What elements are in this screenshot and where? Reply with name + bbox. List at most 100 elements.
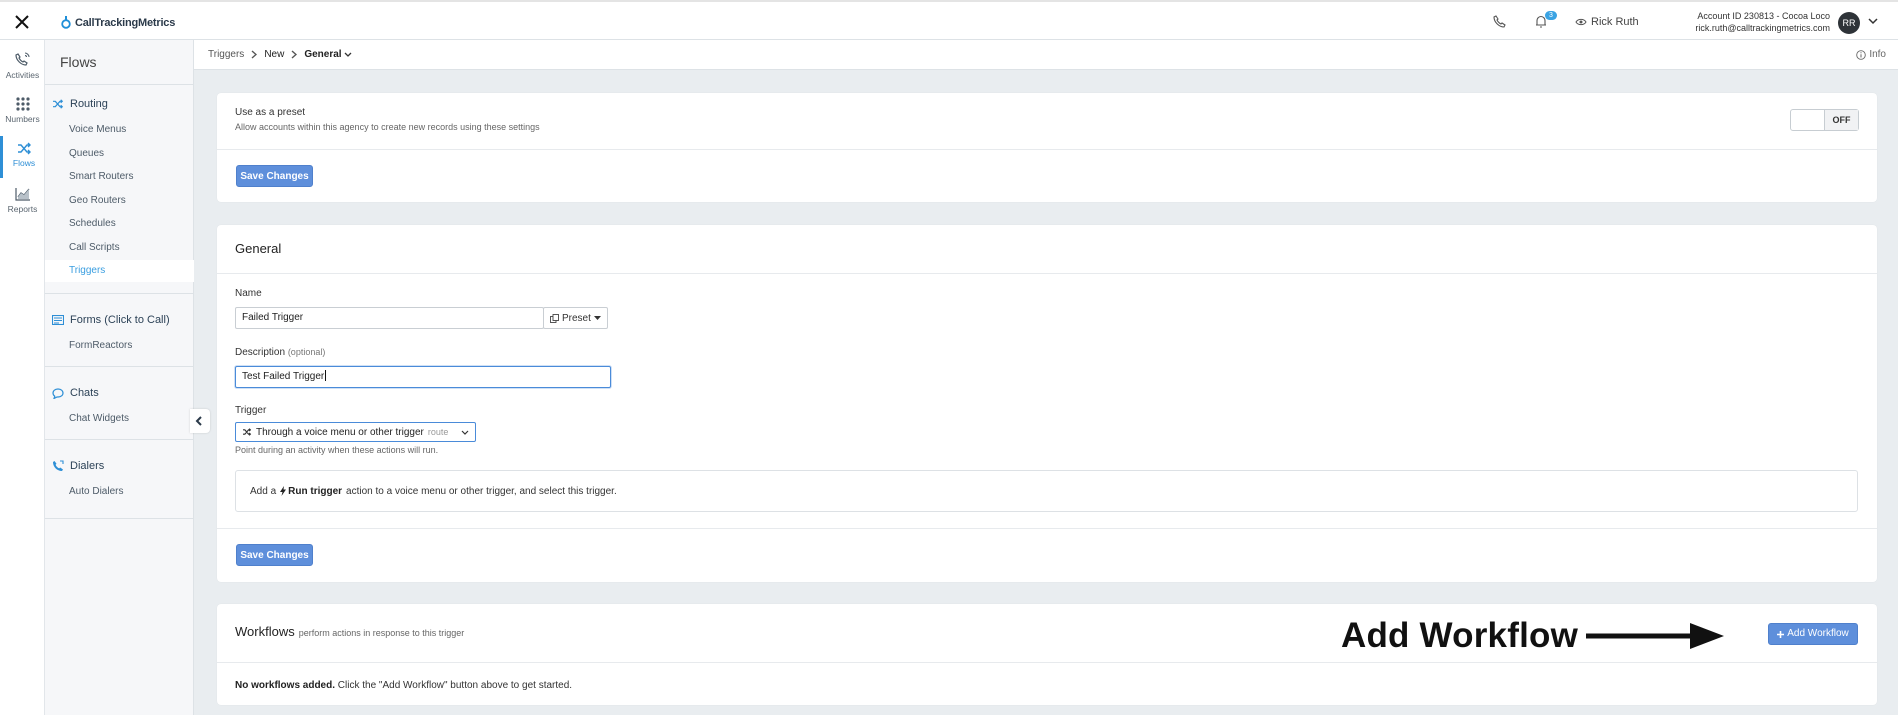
sidebar-item-formreactors[interactable]: FormReactors bbox=[69, 340, 132, 351]
chart-icon bbox=[14, 188, 30, 201]
divider bbox=[45, 366, 194, 367]
logo-text: CallTrackingMetrics bbox=[75, 16, 176, 29]
name-input[interactable]: Failed Trigger bbox=[235, 307, 544, 329]
workflows-card: Workflows perform actions in response to… bbox=[217, 604, 1877, 705]
workflows-title-text: Workflows bbox=[235, 624, 295, 639]
account-email: rick.ruth@calltrackingmetrics.com bbox=[1695, 23, 1830, 33]
trigger-select[interactable]: Through a voice menu or other trigger ro… bbox=[235, 422, 476, 442]
rail-label: Numbers bbox=[5, 114, 40, 124]
breadcrumb-general[interactable]: General bbox=[304, 49, 341, 60]
description-value: Test Failed Trigger bbox=[242, 371, 325, 382]
save-changes-button[interactable]: Save Changes bbox=[236, 165, 313, 187]
account-line: Account ID 230813 - Cocoa Loco bbox=[1697, 11, 1830, 21]
divider bbox=[45, 84, 194, 85]
sidebar-section-chats[interactable]: Chats bbox=[52, 387, 99, 399]
sidebar-item-auto-dialers[interactable]: Auto Dialers bbox=[69, 486, 123, 497]
sidebar-section-forms[interactable]: Forms (Click to Call) bbox=[52, 314, 170, 326]
note-bold: Run trigger bbox=[288, 485, 343, 497]
preset-label: Preset bbox=[562, 312, 591, 324]
dialer-icon bbox=[53, 460, 64, 471]
sidebar-item-call-scripts[interactable]: Call Scripts bbox=[69, 242, 120, 253]
save-changes-button[interactable]: Save Changes bbox=[236, 544, 313, 566]
flows-sidebar: Flows Routing Voice Menus Queues Smart R… bbox=[45, 40, 194, 715]
sidebar-collapse-button[interactable] bbox=[190, 409, 210, 433]
description-label: Description (optional) bbox=[235, 347, 325, 358]
empty-text: Click the "Add Workflow" button above to… bbox=[337, 680, 573, 691]
phone-icon[interactable] bbox=[1493, 15, 1506, 28]
sidebar-item-schedules[interactable]: Schedules bbox=[69, 218, 116, 229]
rail-item-numbers[interactable]: Numbers bbox=[0, 91, 45, 133]
rail-label: Reports bbox=[7, 204, 38, 214]
rail-item-activities[interactable]: Activities bbox=[0, 46, 45, 88]
sidebar-item-geo-routers[interactable]: Geo Routers bbox=[69, 195, 126, 206]
notification-badge: 3 bbox=[1545, 11, 1557, 20]
chat-icon bbox=[52, 387, 64, 399]
grid-icon bbox=[15, 97, 30, 111]
avatar[interactable]: RR bbox=[1838, 12, 1860, 34]
copy-icon bbox=[550, 313, 559, 323]
chevron-right-icon bbox=[291, 50, 298, 59]
divider bbox=[45, 293, 194, 294]
empty-bold: No workflows added. bbox=[235, 680, 336, 691]
ctm-logo-icon bbox=[61, 16, 71, 29]
eye-icon bbox=[1575, 18, 1587, 26]
sidebar-item-triggers[interactable]: Triggers bbox=[69, 265, 105, 276]
bolt-icon bbox=[280, 486, 287, 496]
breadcrumb-new[interactable]: New bbox=[264, 49, 284, 60]
optional-tag: (optional) bbox=[287, 347, 326, 357]
plus-icon bbox=[1777, 630, 1785, 638]
add-workflow-button[interactable]: Add Workflow bbox=[1768, 623, 1858, 645]
sidebar-section-routing[interactable]: Routing bbox=[52, 98, 108, 110]
rail-label: Activities bbox=[5, 70, 40, 80]
breadcrumb-bar: Triggers New General Info bbox=[194, 40, 1898, 70]
rail-label: Flows bbox=[12, 158, 36, 168]
sidebar-item-chat-widgets[interactable]: Chat Widgets bbox=[69, 413, 129, 424]
user-name: Rick Ruth bbox=[1591, 16, 1639, 28]
section-label: Forms (Click to Call) bbox=[70, 314, 170, 326]
chevron-right-icon bbox=[251, 50, 258, 59]
sidebar-item-voice-menus[interactable]: Voice Menus bbox=[69, 124, 126, 135]
divider bbox=[217, 662, 1877, 663]
rail-item-reports[interactable]: Reports bbox=[0, 181, 45, 223]
trigger-tag: route bbox=[427, 427, 449, 437]
preset-toggle[interactable]: OFF bbox=[1790, 109, 1859, 131]
divider bbox=[217, 149, 1877, 150]
workflows-title: Workflows perform actions in response to… bbox=[235, 624, 464, 639]
sidebar-item-queues[interactable]: Queues bbox=[69, 148, 104, 159]
info-link[interactable]: Info bbox=[1856, 49, 1886, 60]
logo[interactable]: CallTrackingMetrics bbox=[61, 16, 175, 29]
preset-dropdown-button[interactable]: Preset bbox=[543, 307, 608, 329]
sidebar-section-dialers[interactable]: Dialers bbox=[52, 460, 104, 472]
shuffle-icon bbox=[53, 99, 64, 109]
general-card: General Name Failed Trigger Preset Descr… bbox=[217, 225, 1877, 582]
top-bar: CallTrackingMetrics 3 Rick Ruth Account … bbox=[0, 0, 1898, 40]
run-trigger-note: Add a Run trigger action to a voice menu… bbox=[235, 470, 1858, 512]
form-icon bbox=[52, 315, 64, 325]
chevron-down-icon[interactable] bbox=[1868, 18, 1878, 25]
rail-item-flows[interactable]: Flows bbox=[0, 136, 45, 178]
sidebar-title: Flows bbox=[60, 54, 97, 70]
divider bbox=[217, 528, 1877, 529]
chevron-left-icon bbox=[195, 416, 202, 426]
workflows-empty-state: No workflows added. Click the "Add Workf… bbox=[235, 680, 572, 691]
breadcrumb-triggers[interactable]: Triggers bbox=[208, 49, 244, 60]
close-icon[interactable] bbox=[14, 14, 30, 30]
annotation-text: Add Workflow bbox=[1341, 616, 1579, 655]
account-info[interactable]: Account ID 230813 - Cocoa Loco rick.ruth… bbox=[1695, 10, 1830, 34]
shuffle-icon bbox=[17, 142, 31, 155]
shuffle-icon bbox=[243, 428, 252, 436]
impersonated-user[interactable]: Rick Ruth bbox=[1575, 16, 1639, 28]
trigger-label: Trigger bbox=[235, 405, 267, 416]
preset-title: Use as a preset bbox=[235, 107, 306, 118]
info-icon bbox=[1856, 49, 1867, 60]
toggle-state: OFF bbox=[1824, 110, 1858, 130]
add-workflow-annotation: Add Workflow bbox=[1341, 616, 1726, 656]
section-label: Dialers bbox=[70, 460, 105, 472]
sidebar-item-smart-routers[interactable]: Smart Routers bbox=[69, 171, 133, 182]
name-label: Name bbox=[235, 288, 262, 299]
chevron-down-icon[interactable] bbox=[344, 52, 352, 58]
divider bbox=[217, 273, 1877, 274]
section-label: Chats bbox=[70, 387, 99, 399]
description-input[interactable]: Test Failed Trigger bbox=[235, 366, 611, 388]
trigger-hint: Point during an activity when these acti… bbox=[235, 445, 439, 455]
